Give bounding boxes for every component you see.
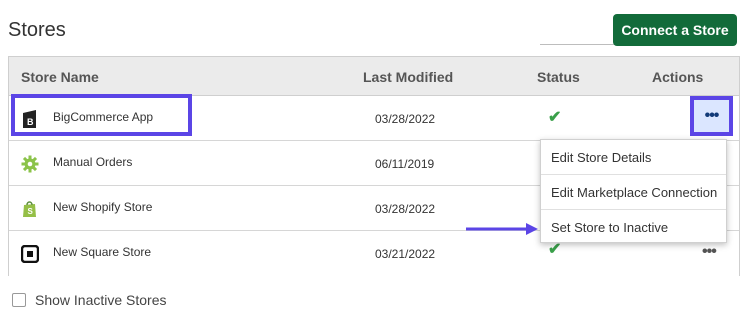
- menu-item-set-store-inactive[interactable]: Set Store to Inactive: [541, 210, 726, 244]
- last-modified: 03/28/2022: [375, 202, 436, 216]
- table-header: Store Name Last Modified Status Actions: [9, 57, 739, 96]
- actions-menu: Edit Store Details Edit Marketplace Conn…: [540, 139, 727, 243]
- store-name[interactable]: New Square Store: [53, 245, 151, 259]
- annotation-arrow-icon: [466, 223, 538, 235]
- header-store-name: Store Name: [21, 69, 99, 85]
- svg-text:S: S: [28, 207, 34, 216]
- show-inactive-checkbox[interactable]: [12, 293, 26, 307]
- header-status: Status: [537, 69, 580, 85]
- page-title: Stores: [8, 19, 66, 41]
- last-modified: 03/28/2022: [375, 112, 436, 126]
- menu-item-edit-marketplace-connection[interactable]: Edit Marketplace Connection: [541, 175, 726, 209]
- show-inactive-toggle[interactable]: Show Inactive Stores: [12, 292, 167, 308]
- header-actions: Actions: [652, 69, 704, 85]
- last-modified: 06/11/2019: [375, 157, 435, 171]
- store-highlight-box: [11, 94, 192, 136]
- more-actions-button[interactable]: •••: [690, 96, 733, 136]
- shopify-bag-icon: S: [21, 200, 39, 218]
- last-modified: 03/21/2022: [375, 247, 436, 261]
- show-inactive-label: Show Inactive Stores: [35, 292, 167, 308]
- status-check-icon: ✔: [548, 109, 562, 126]
- store-name[interactable]: Manual Orders: [53, 155, 132, 169]
- menu-item-edit-store-details[interactable]: Edit Store Details: [541, 140, 726, 174]
- store-name[interactable]: New Shopify Store: [53, 200, 152, 214]
- more-actions-button[interactable]: •••: [702, 243, 717, 261]
- header-last-modified: Last Modified: [363, 69, 454, 85]
- connect-store-button[interactable]: Connect a Store: [613, 14, 737, 46]
- gear-icon: [21, 155, 39, 173]
- square-icon: [21, 245, 39, 263]
